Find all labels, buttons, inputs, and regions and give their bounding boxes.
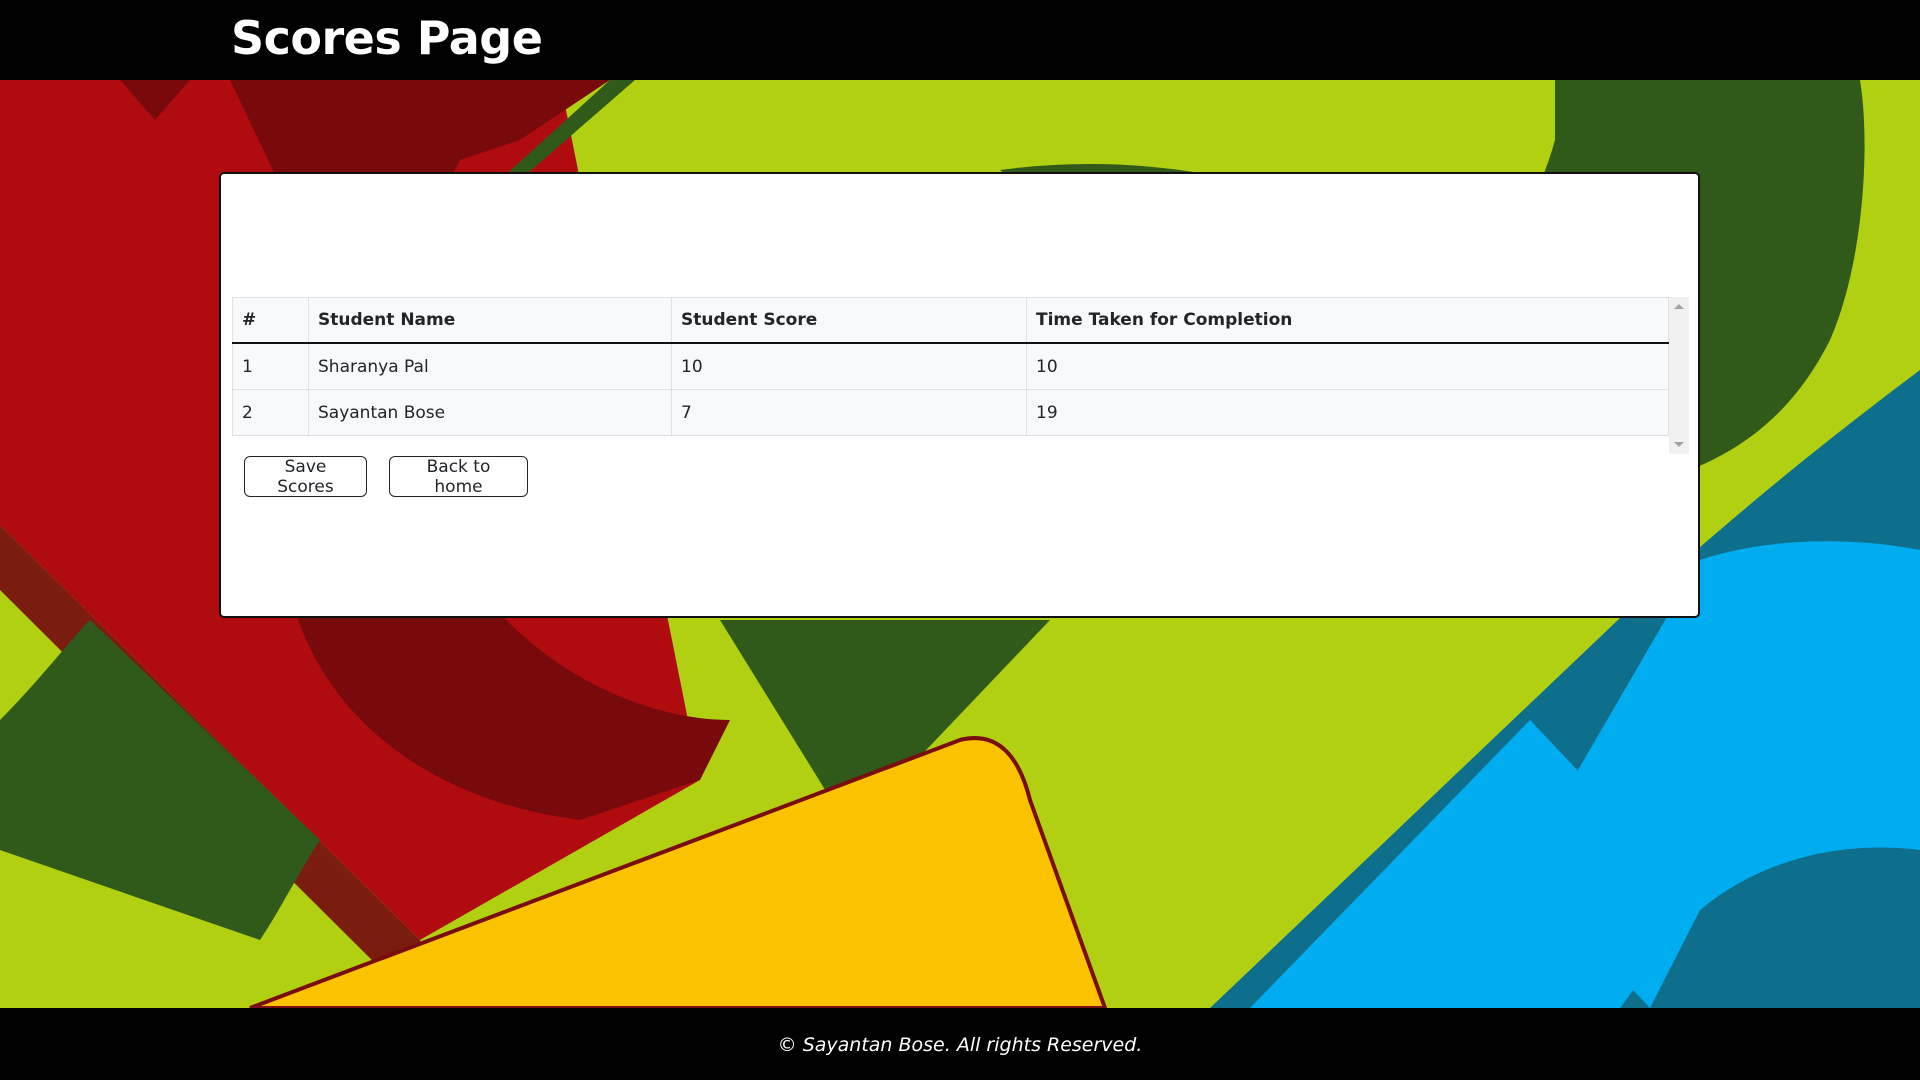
cell-number: 2 [232,389,309,436]
column-header-number: # [232,297,309,344]
scores-table-container[interactable]: # Student Name Student Score Time Taken … [232,297,1689,454]
table-row: 2 Sayantan Bose 7 19 [232,389,1669,436]
page-header: Scores Page [0,0,1920,80]
back-to-home-button[interactable]: Back to home [389,456,528,497]
scroll-down-arrow-icon[interactable] [1674,442,1684,447]
cell-student-score: 7 [671,389,1027,436]
table-row: 1 Sharanya Pal 10 10 [232,343,1669,390]
scroll-up-arrow-icon[interactable] [1674,304,1684,309]
copyright-text: © Sayantan Bose. All rights Reserved. [777,1034,1143,1056]
scores-card: # Student Name Student Score Time Taken … [219,172,1700,618]
cell-time-taken: 10 [1026,343,1669,390]
column-header-student-score: Student Score [671,297,1027,344]
column-header-student-name: Student Name [308,297,672,344]
column-header-time-taken: Time Taken for Completion [1026,297,1669,344]
cell-time-taken: 19 [1026,389,1669,436]
page-title: Scores Page [231,11,543,65]
table-scrollbar[interactable] [1669,297,1689,454]
table-header-row: # Student Name Student Score Time Taken … [232,297,1669,344]
cell-student-name: Sayantan Bose [308,389,672,436]
page-footer: © Sayantan Bose. All rights Reserved. [0,1008,1920,1080]
scores-table: # Student Name Student Score Time Taken … [232,297,1669,436]
cell-student-score: 10 [671,343,1027,390]
cell-number: 1 [232,343,309,390]
save-scores-button[interactable]: Save Scores [244,456,367,497]
cell-student-name: Sharanya Pal [308,343,672,390]
